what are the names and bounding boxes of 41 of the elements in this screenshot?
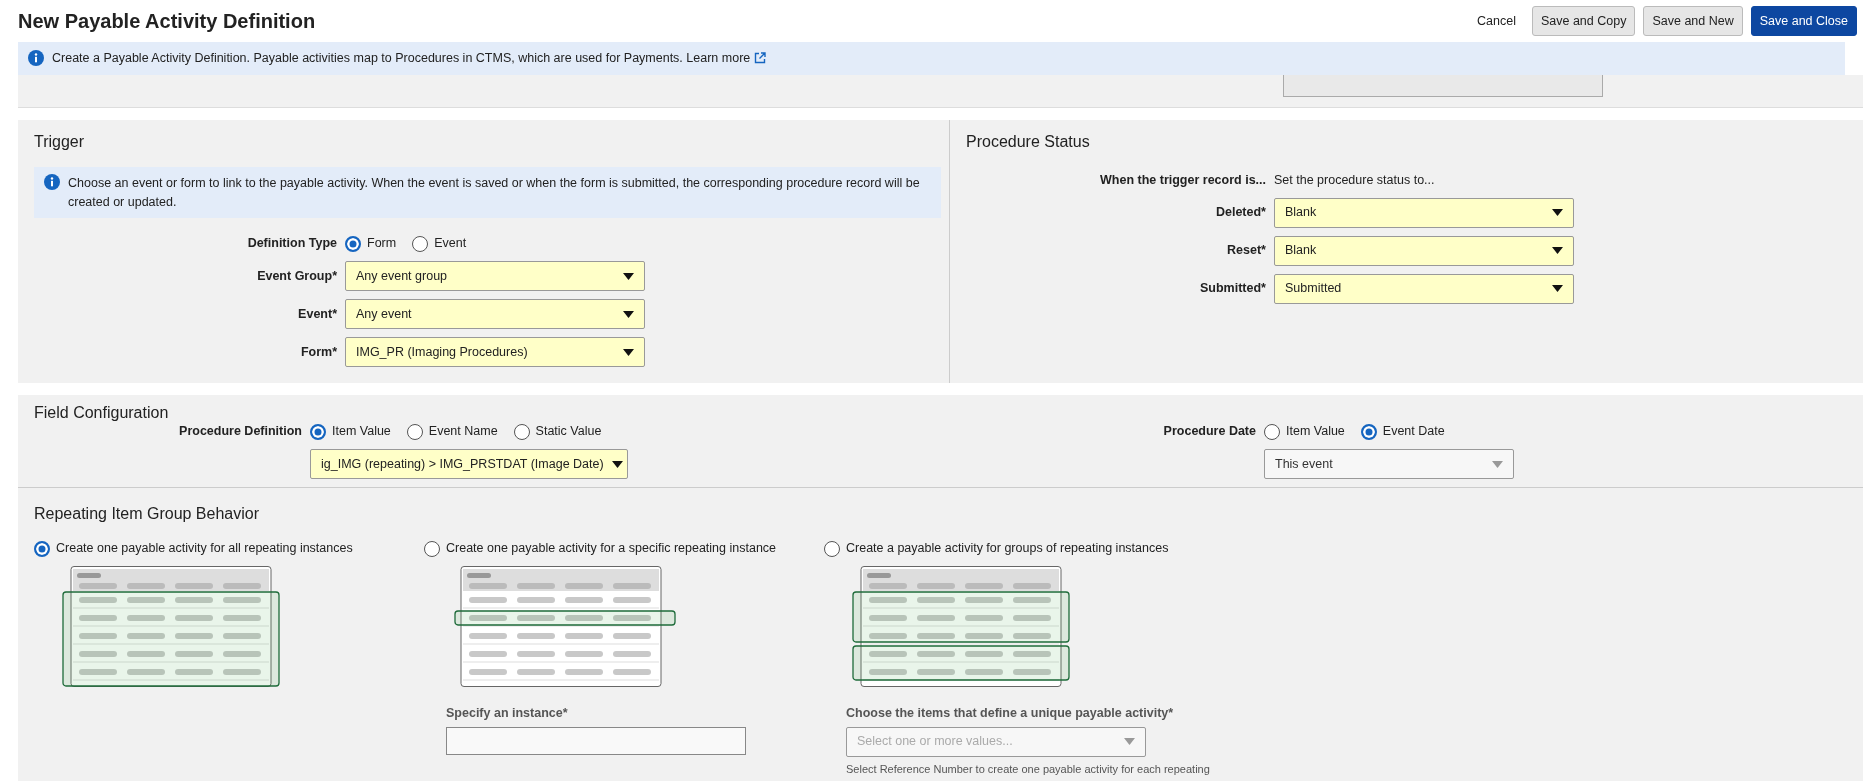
field-label: Definition Type [246, 235, 337, 253]
help-text: Select Reference Number to create one payable activity for each repeating [846, 761, 1210, 777]
dropdown[interactable]: Blank [1274, 197, 1574, 228]
field-label: Procedure Definition [178, 423, 302, 441]
dropdown[interactable]: Submitted [1274, 273, 1574, 304]
field-label: Event* [297, 305, 337, 323]
radio-option[interactable]: Item Value [310, 422, 391, 442]
field-label: Submitted* [1199, 280, 1266, 298]
field-label: Deleted* [1214, 204, 1266, 222]
field-label: Reset* [1226, 242, 1266, 260]
dropdown[interactable]: Any event group [345, 261, 645, 292]
section-title: Procedure Status [966, 131, 1091, 151]
field-label: Event Group* [256, 267, 337, 285]
action-button[interactable]: Save and Close [1750, 5, 1857, 37]
radio-option[interactable]: Form [345, 234, 397, 254]
field-label: Choose the items that define a unique payable activity* [846, 705, 1175, 723]
dropdown[interactable]: Any event [345, 299, 645, 330]
radio-option[interactable]: Create one payable activity for a specific repeating instance [424, 539, 824, 559]
radio-option[interactable]: Create one payable activity for all repeating instances [34, 539, 424, 559]
dropdown[interactable]: Blank [1274, 235, 1574, 266]
radio-option[interactable]: Create a payable activity for groups of repeating instances [824, 539, 1210, 559]
cancel-link[interactable]: Cancel [1469, 6, 1524, 36]
info-text: Create a Payable Activity Definition. Payable activities map to Procedures in CTMS, which are used for Payments. Learn more [52, 50, 751, 67]
action-button[interactable]: Save and Copy [1531, 5, 1636, 37]
radio-option[interactable]: Static Value [513, 422, 602, 442]
section-title: Trigger [34, 131, 86, 151]
info-text: Choose an event or form to link to the payable activity. When the event is saved or when the form is submitted, the corresponding procedure record will be created or updated. [68, 174, 921, 211]
section-title: Repeating Item Group Behavior [34, 504, 260, 524]
section-title: Field Configuration [34, 403, 170, 423]
radio-option[interactable]: Event [412, 234, 467, 254]
page-title: New Payable Activity Definition [18, 9, 316, 33]
field-label: Procedure Date [1162, 423, 1256, 441]
learn-more-link[interactable]: Learn more [686, 51, 751, 65]
field-label: Specify an instance* [446, 705, 569, 723]
radio-option[interactable]: Event Name [406, 422, 498, 442]
dropdown[interactable]: IMG_PR (Imaging Procedures) [345, 337, 645, 368]
field-label: Form* [299, 343, 337, 361]
dropdown[interactable]: ig_IMG (repeating) > IMG_PRSTDAT (Image Date) [310, 449, 628, 480]
column-label: Set the procedure status to... [1274, 171, 1435, 189]
action-button[interactable]: Save and New [1643, 5, 1743, 37]
column-label: When the trigger record is... [1099, 171, 1266, 189]
